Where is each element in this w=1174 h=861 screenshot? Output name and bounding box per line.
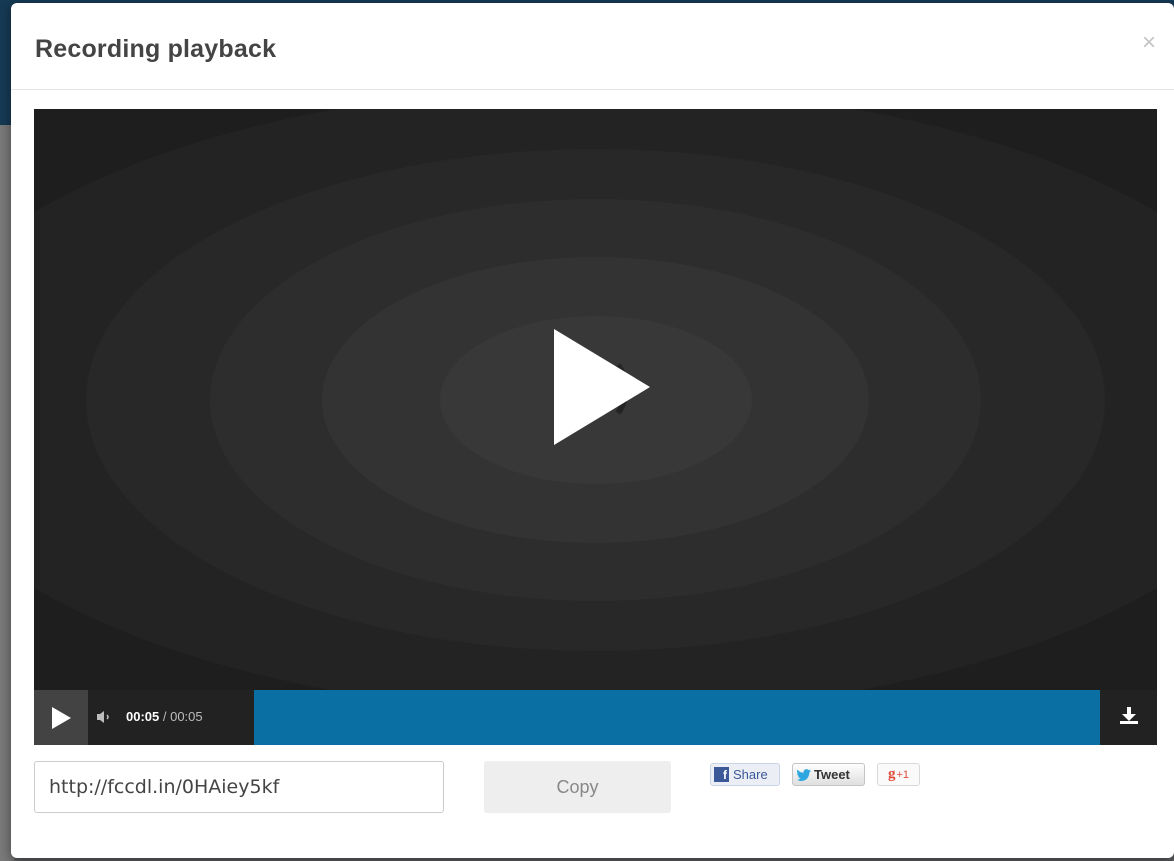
- twitter-bird-icon: [797, 768, 811, 781]
- play-icon: [52, 707, 71, 729]
- modal-header: Recording playback ×: [11, 3, 1174, 90]
- progress-bar[interactable]: [254, 690, 1100, 745]
- tweet-label: Tweet: [814, 767, 850, 782]
- time-separator: /: [159, 709, 171, 724]
- play-button[interactable]: [34, 690, 88, 745]
- time-display: 00:05 / 00:05: [126, 709, 203, 724]
- download-button[interactable]: [1100, 690, 1157, 745]
- facebook-icon: f: [714, 767, 729, 782]
- google-plus-label: +1: [896, 768, 910, 781]
- download-icon: [1120, 707, 1138, 724]
- video-player: 00:05 / 00:05: [34, 109, 1157, 745]
- player-controls: 00:05 / 00:05: [34, 690, 1157, 745]
- google-plus-icon: g: [887, 766, 896, 782]
- copy-button[interactable]: Copy: [484, 761, 671, 813]
- facebook-share-label: Share: [733, 767, 768, 782]
- tweet-button[interactable]: Tweet: [792, 763, 865, 786]
- play-icon[interactable]: [554, 329, 652, 445]
- modal-title: Recording playback: [35, 35, 277, 63]
- google-plus-button[interactable]: g +1: [877, 763, 920, 786]
- facebook-share-button[interactable]: f Share: [710, 763, 780, 786]
- current-time: 00:05: [126, 709, 160, 724]
- video-area[interactable]: [34, 109, 1157, 690]
- speaker-icon[interactable]: [96, 709, 112, 725]
- close-icon[interactable]: ×: [1142, 31, 1156, 55]
- recording-playback-modal: Recording playback × 00:05 / 00:05 http:…: [11, 3, 1174, 858]
- total-time: 00:05: [170, 709, 203, 724]
- share-url-input[interactable]: [34, 761, 444, 813]
